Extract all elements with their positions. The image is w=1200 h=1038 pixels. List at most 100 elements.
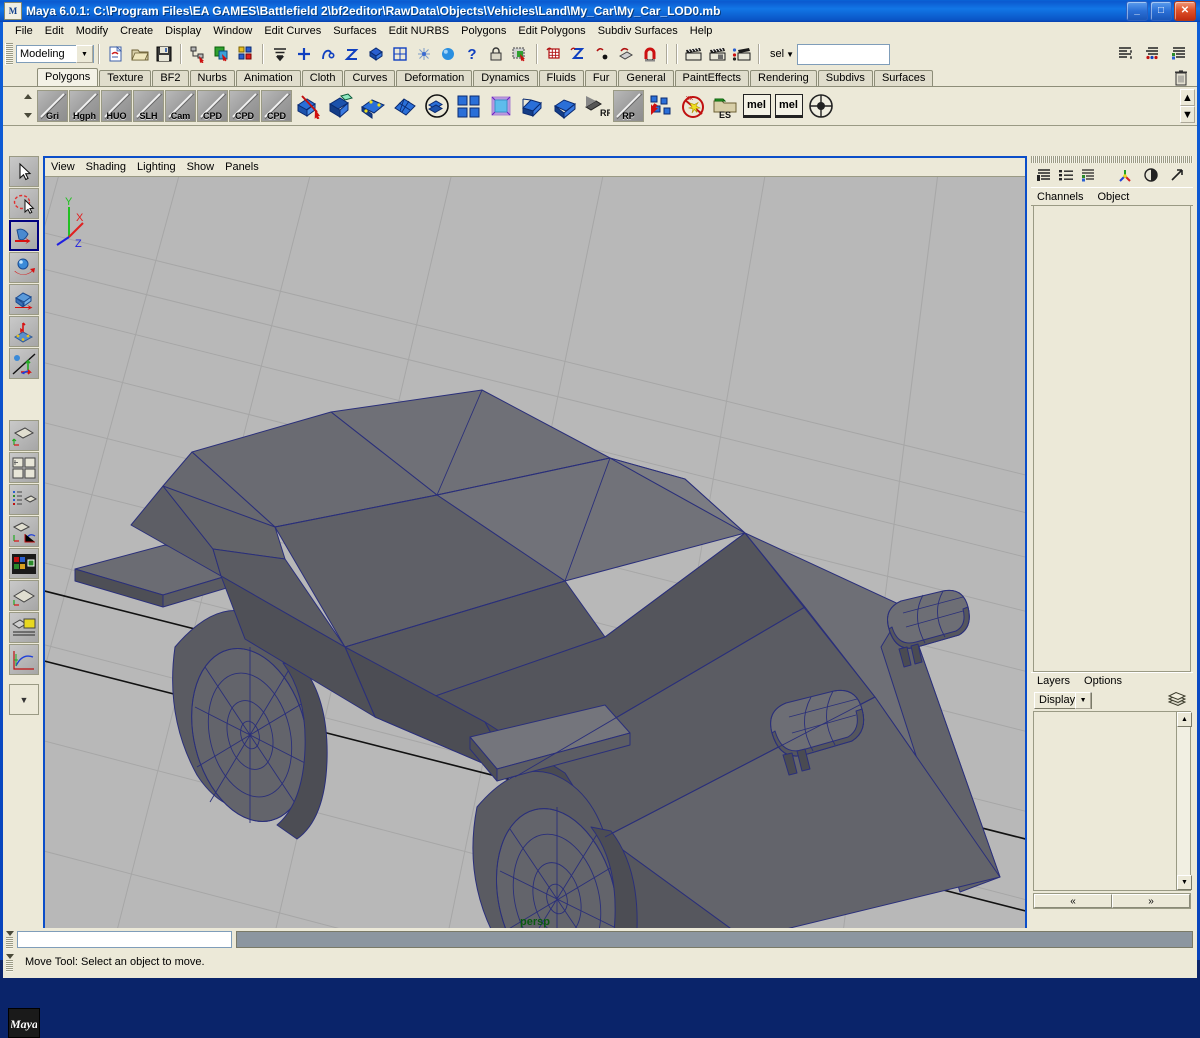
persp-graph-layout[interactable]: [9, 516, 39, 547]
menu-item-surfaces[interactable]: Surfaces: [327, 24, 382, 38]
layer-list[interactable]: ▲ ▼: [1033, 711, 1191, 891]
four-view-layout[interactable]: [9, 452, 39, 483]
show-tool-settings-icon[interactable]: [1141, 42, 1163, 64]
viewport-canvas[interactable]: Y X Z: [45, 177, 1025, 930]
save-scene-icon[interactable]: [153, 43, 175, 65]
right-panel-grip[interactable]: [1031, 156, 1193, 163]
chevron-down-icon[interactable]: ▼: [786, 50, 794, 59]
mel-script-2-icon[interactable]: mel: [773, 90, 804, 122]
snap-view-plane-icon[interactable]: [615, 43, 637, 65]
command-line-grip[interactable]: [5, 930, 14, 949]
shelf-es-button[interactable]: ES: [709, 90, 740, 122]
channel-box-tab-object[interactable]: Object: [1097, 191, 1129, 203]
highlight-selection-icon[interactable]: [509, 43, 531, 65]
shelf-tab-subdivs[interactable]: Subdivs: [818, 70, 873, 86]
menu-item-subdiv-surfaces[interactable]: Subdiv Surfaces: [592, 24, 684, 38]
shelf-tab-curves[interactable]: Curves: [344, 70, 395, 86]
render-stats-icon[interactable]: [1141, 165, 1161, 185]
scale-tool[interactable]: [9, 316, 39, 347]
snap-magnet-icon[interactable]: [639, 43, 661, 65]
more-layouts-button[interactable]: ▼: [9, 684, 39, 715]
ipr-render-icon[interactable]: [707, 43, 729, 65]
shelf-tab-surfaces[interactable]: Surfaces: [874, 70, 933, 86]
shelf-tab-cloth[interactable]: Cloth: [302, 70, 344, 86]
viewport-menu-panels[interactable]: Panels: [225, 161, 266, 173]
channel-box-body[interactable]: [1033, 206, 1191, 672]
shelf-tab-rendering[interactable]: Rendering: [750, 70, 817, 86]
shelf-cpd-1-button[interactable]: CPD: [197, 90, 228, 122]
menu-item-edit-nurbs[interactable]: Edit NURBS: [383, 24, 456, 38]
select-by-component-icon[interactable]: [235, 43, 257, 65]
menu-item-edit-polygons[interactable]: Edit Polygons: [512, 24, 591, 38]
shelf-gri-button[interactable]: Gri: [37, 90, 68, 122]
shelf-tab-deformation[interactable]: Deformation: [396, 70, 472, 86]
shelf-hgph-button[interactable]: Hgph: [69, 90, 100, 122]
poly-face-icon[interactable]: [365, 43, 387, 65]
shelf-slh-button[interactable]: SLH: [133, 90, 164, 122]
trash-icon[interactable]: [1173, 69, 1189, 86]
poly-split-polygon-icon[interactable]: [293, 90, 324, 122]
viewport-menu-show[interactable]: Show: [187, 161, 222, 173]
chevron-down-icon[interactable]: [6, 931, 14, 936]
layer-display-mode-dropdown[interactable]: Display ▼: [1034, 692, 1092, 709]
shelf-huo-button[interactable]: HUO: [101, 90, 132, 122]
component-mask-icon[interactable]: [269, 43, 291, 65]
shelf-tab-texture[interactable]: Texture: [99, 70, 151, 86]
poly-merge-vertex-icon[interactable]: RP: [581, 90, 612, 122]
move-tool[interactable]: [9, 252, 39, 283]
paint-select-tool[interactable]: [9, 220, 39, 251]
chevron-down-icon[interactable]: [6, 954, 14, 959]
shelf-cpd-3-button[interactable]: CPD: [261, 90, 292, 122]
chevron-down-icon[interactable]: ▼: [1177, 875, 1192, 890]
shelf-tab-polygons[interactable]: Polygons: [37, 68, 98, 86]
menuset-dropdown[interactable]: Modeling ▼: [16, 45, 94, 63]
attribute-editor-icon[interactable]: [1115, 165, 1135, 185]
particle-icon[interactable]: [413, 43, 435, 65]
channel-and-layer-icon[interactable]: [1078, 165, 1098, 185]
poly-smooth-icon[interactable]: [453, 90, 484, 122]
lock-selection-icon[interactable]: [485, 43, 507, 65]
shelf-tab-dynamics[interactable]: Dynamics: [473, 70, 537, 86]
show-channel-box-icon[interactable]: [1168, 42, 1190, 64]
mel-script-1-icon[interactable]: mel: [741, 90, 772, 122]
chevron-up-icon[interactable]: [24, 94, 32, 99]
channel-box-icon[interactable]: [1034, 165, 1054, 185]
shelf-rp-button[interactable]: RP: [613, 90, 644, 122]
layer-editor-icon[interactable]: [1056, 165, 1076, 185]
layer-prev-button[interactable]: «: [1034, 894, 1112, 908]
expand-panel-icon[interactable]: [1167, 165, 1187, 185]
select-tool[interactable]: [9, 156, 39, 187]
menu-item-modify[interactable]: Modify: [70, 24, 114, 38]
menu-item-file[interactable]: File: [9, 24, 39, 38]
select-by-object-icon[interactable]: [211, 43, 233, 65]
close-button[interactable]: ✕: [1174, 1, 1196, 21]
shelf-vertical-scroll[interactable]: ▲ ▼: [1180, 89, 1193, 123]
poly-append-to-polygon-icon[interactable]: [357, 90, 388, 122]
selection-field[interactable]: [797, 44, 890, 65]
menu-item-edit[interactable]: Edit: [39, 24, 70, 38]
render-current-frame-icon[interactable]: [683, 43, 705, 65]
shelf-tab-fluids[interactable]: Fluids: [539, 70, 584, 86]
render-settings-icon[interactable]: [731, 43, 753, 65]
menu-item-edit-curves[interactable]: Edit Curves: [258, 24, 327, 38]
poly-combine-icon[interactable]: [485, 90, 516, 122]
channel-box-tab-channels[interactable]: Channels: [1037, 191, 1083, 203]
layer-editor-menu-layers[interactable]: Layers: [1037, 675, 1070, 687]
minimize-button[interactable]: _: [1126, 1, 1148, 21]
persp-only-layout[interactable]: [9, 580, 39, 611]
poly-collapse-edge-icon[interactable]: [549, 90, 580, 122]
status-line-grip[interactable]: [5, 43, 13, 65]
menu-item-create[interactable]: Create: [114, 24, 159, 38]
layer-list-scrollbar[interactable]: ▲ ▼: [1176, 712, 1190, 890]
chevron-down-icon[interactable]: [24, 113, 32, 118]
chevron-down-icon[interactable]: ▼: [1180, 106, 1195, 123]
poly-subdivide-icon[interactable]: [389, 90, 420, 122]
help-line-grip[interactable]: [5, 953, 14, 972]
question-icon[interactable]: ?: [461, 43, 483, 65]
rotate-tool[interactable]: [9, 284, 39, 315]
shelf-cam-button[interactable]: Cam: [165, 90, 196, 122]
poly-extrude-face-icon[interactable]: [325, 90, 356, 122]
shelf-tab-animation[interactable]: Animation: [236, 70, 301, 86]
shelf-tab-nurbs[interactable]: Nurbs: [190, 70, 235, 86]
viewport-menu-lighting[interactable]: Lighting: [137, 161, 183, 173]
